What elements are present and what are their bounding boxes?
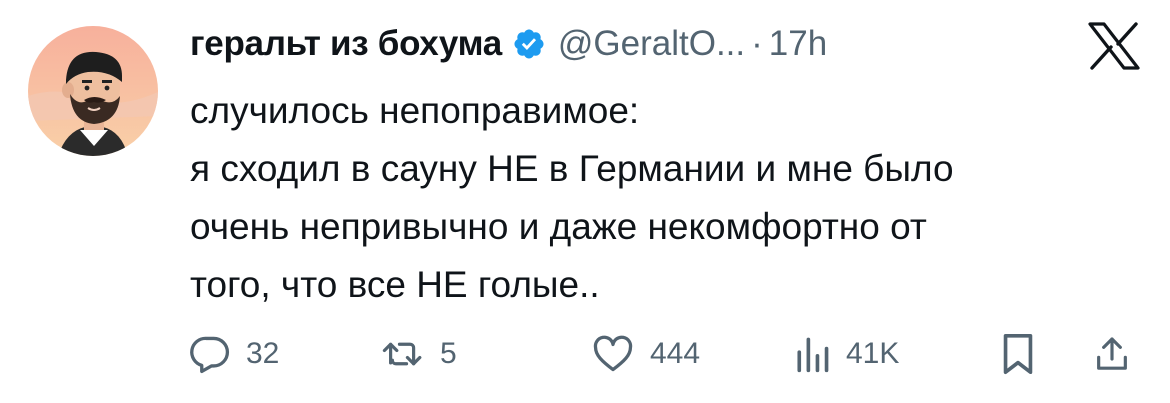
avatar-illustration	[28, 26, 158, 156]
views-count: 41K	[846, 337, 900, 370]
separator-dot: ·	[751, 24, 763, 63]
reply-button[interactable]: 32	[188, 330, 279, 378]
repost-icon	[380, 332, 426, 376]
verified-badge-icon	[512, 27, 546, 61]
action-bar: 32 5 444 41K	[0, 330, 1170, 378]
avatar[interactable]	[28, 26, 158, 156]
tweet-text-line: случилось непоправимое:	[190, 90, 640, 131]
like-count: 444	[650, 337, 701, 370]
author-name[interactable]: геральт из бохума	[190, 24, 502, 64]
like-button[interactable]: 444	[590, 330, 700, 378]
tweet-header: геральт из бохума @GeraltO... · 17h	[190, 22, 1090, 66]
share-icon	[1092, 332, 1132, 376]
repost-count: 5	[440, 337, 457, 370]
tweet-text-line: я сходил в сауну НЕ в Германии и мне был…	[190, 148, 954, 189]
bookmark-button[interactable]	[998, 330, 1038, 378]
timestamp[interactable]: 17h	[769, 24, 827, 64]
views-button[interactable]: 41K	[792, 330, 899, 378]
share-button[interactable]	[1092, 330, 1132, 378]
author-handle[interactable]: @GeraltO...	[558, 24, 745, 64]
reply-count: 32	[246, 337, 280, 370]
tweet-text-line: очень непривычно и даже некомфортно от	[190, 206, 927, 247]
x-logo-icon	[1088, 22, 1140, 70]
tweet-text: случилось непоправимое: я сходил в сауну…	[190, 82, 1150, 314]
heart-icon	[590, 332, 636, 376]
bookmark-icon	[998, 331, 1038, 377]
tweet-text-line: того, что все НЕ голые..	[190, 264, 600, 305]
reply-icon	[188, 332, 232, 376]
repost-button[interactable]: 5	[380, 330, 457, 378]
views-icon	[792, 332, 832, 376]
